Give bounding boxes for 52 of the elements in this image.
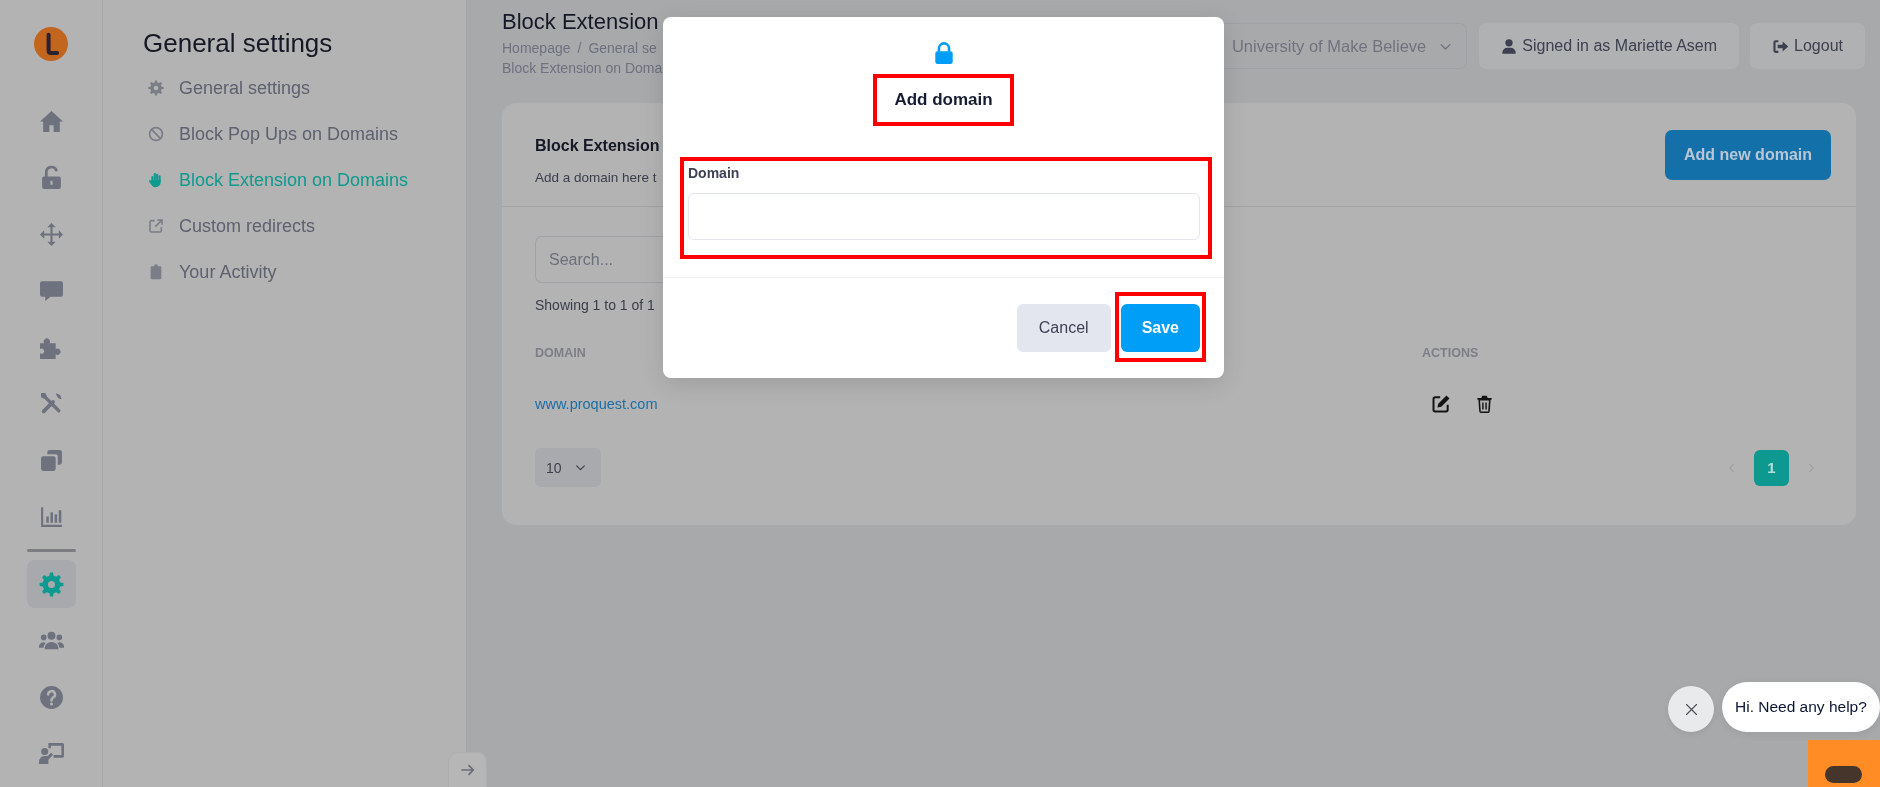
gear-icon bbox=[148, 80, 164, 96]
logout-icon bbox=[1772, 37, 1790, 55]
nav-button[interactable] bbox=[26, 560, 76, 608]
sidebar-item[interactable]: Custom redirects bbox=[143, 203, 316, 249]
lock-icon bbox=[932, 40, 955, 66]
page-button[interactable]: 1 bbox=[1754, 449, 1789, 486]
move-arrows-icon bbox=[38, 221, 64, 247]
add-new-domain-button[interactable]: Add new domain bbox=[1665, 129, 1831, 180]
card-description: Add a domain here t bbox=[535, 169, 657, 187]
breadcrumb-link[interactable]: General se bbox=[588, 38, 657, 58]
arrow-right-icon bbox=[459, 762, 476, 778]
user-account-button[interactable]: Signed in as Mariette Asem bbox=[1479, 23, 1740, 69]
bar-chart-icon bbox=[38, 504, 64, 529]
chat-message: Hi. Need any help? bbox=[1722, 682, 1880, 732]
breadcrumb-current: Block Extension on Doma bbox=[502, 59, 663, 78]
home-icon bbox=[38, 108, 64, 134]
trash-icon[interactable] bbox=[1475, 394, 1494, 414]
speech-bubble-icon bbox=[38, 278, 64, 303]
breadcrumb-separator: / bbox=[577, 39, 582, 58]
external-link-icon bbox=[148, 218, 164, 234]
save-button[interactable]: Save bbox=[1120, 304, 1200, 352]
input-field[interactable] bbox=[688, 193, 1200, 240]
close-icon bbox=[1683, 701, 1699, 717]
page-size-select[interactable]: 10 bbox=[535, 448, 601, 487]
presenter-icon bbox=[38, 741, 64, 766]
ban-icon bbox=[148, 126, 164, 142]
breadcrumb-link[interactable]: Homepage bbox=[502, 38, 571, 58]
sidebar-item[interactable]: General settings bbox=[143, 65, 311, 111]
help-icon bbox=[38, 684, 64, 710]
sidebar-item[interactable]: Block Extension on Domains bbox=[143, 157, 409, 203]
stacked-windows-icon bbox=[38, 447, 64, 473]
sidebar-title: General settings bbox=[143, 28, 333, 58]
logout-button[interactable]: Logout bbox=[1750, 23, 1865, 69]
modal-title: Add domain bbox=[894, 89, 993, 111]
cancel-button[interactable]: Cancel bbox=[1016, 304, 1111, 352]
gear-icon bbox=[38, 571, 64, 597]
pill-icon bbox=[1825, 766, 1862, 783]
clipboard-icon bbox=[148, 264, 164, 280]
collapse-sidebar-button[interactable] bbox=[448, 752, 487, 787]
edit-icon[interactable] bbox=[1431, 394, 1451, 414]
domain-link[interactable]: www.proquest.com bbox=[535, 396, 658, 412]
chat-launcher-button[interactable] bbox=[1808, 740, 1880, 787]
wrench-screwdriver-icon bbox=[38, 391, 64, 416]
logo-icon bbox=[34, 27, 68, 61]
entries-summary: Showing 1 to 1 of 1 bbox=[535, 296, 655, 315]
sidebar-item[interactable]: Your Activity bbox=[143, 249, 277, 295]
user-icon bbox=[1501, 37, 1518, 55]
page-title: Block Extension bbox=[502, 8, 659, 36]
field-label: Domain bbox=[688, 164, 740, 182]
sidebar-item[interactable]: Block Pop Ups on Domains bbox=[143, 111, 399, 157]
hand-icon bbox=[148, 172, 164, 188]
card-title: Block Extension bbox=[535, 136, 660, 156]
